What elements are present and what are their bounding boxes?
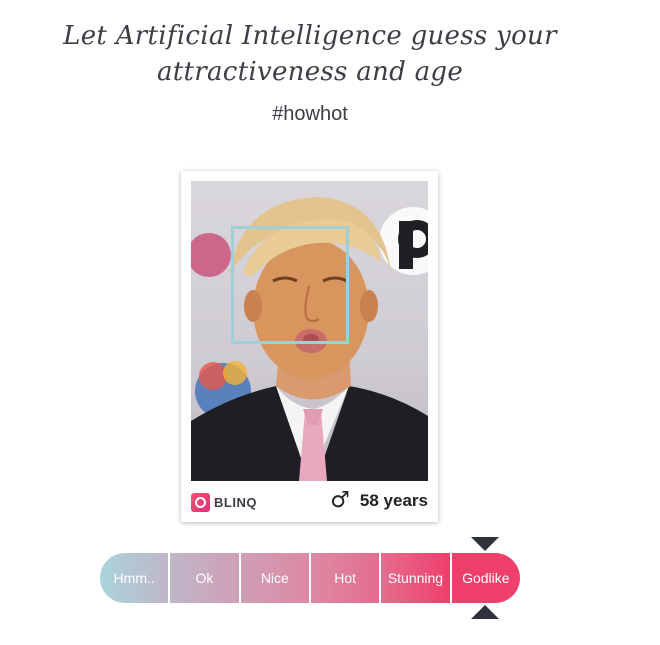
scale-item-hot: Hot — [310, 553, 382, 603]
scale-item-nice: Nice — [240, 553, 311, 603]
scale-item-ok: Ok — [170, 553, 241, 603]
scale-item-hmm: Hmm.. — [100, 553, 171, 603]
attractiveness-scale: Hmm.. Ok Nice Hot Stunning Godlike — [100, 553, 520, 603]
card-footer: BLINQ ♂ 58 years — [191, 489, 428, 515]
result-card: BLINQ ♂ 58 years — [181, 171, 438, 522]
brand-name: BLINQ — [214, 495, 257, 510]
age-result: ♂ 58 years — [330, 490, 428, 512]
scale-item-stunning: Stunning — [381, 553, 452, 603]
selected-pointer-top-icon — [471, 537, 499, 551]
hashtag: #howhot — [272, 103, 348, 125]
selected-pointer-bottom-icon — [471, 605, 499, 619]
face-detection-box — [231, 226, 349, 344]
blinq-logo-icon — [191, 493, 210, 512]
age-value: 58 years — [359, 491, 428, 510]
brand: BLINQ — [191, 493, 257, 512]
male-icon: ♂ — [330, 488, 350, 513]
headline-line-1: Let Artificial Intelligence guess your — [63, 21, 557, 51]
headline: Let Artificial Intelligence guess your a… — [0, 18, 620, 90]
uploaded-photo — [191, 181, 428, 481]
headline-line-2: attractiveness and age — [156, 57, 464, 87]
scale-item-godlike: Godlike — [451, 553, 520, 603]
